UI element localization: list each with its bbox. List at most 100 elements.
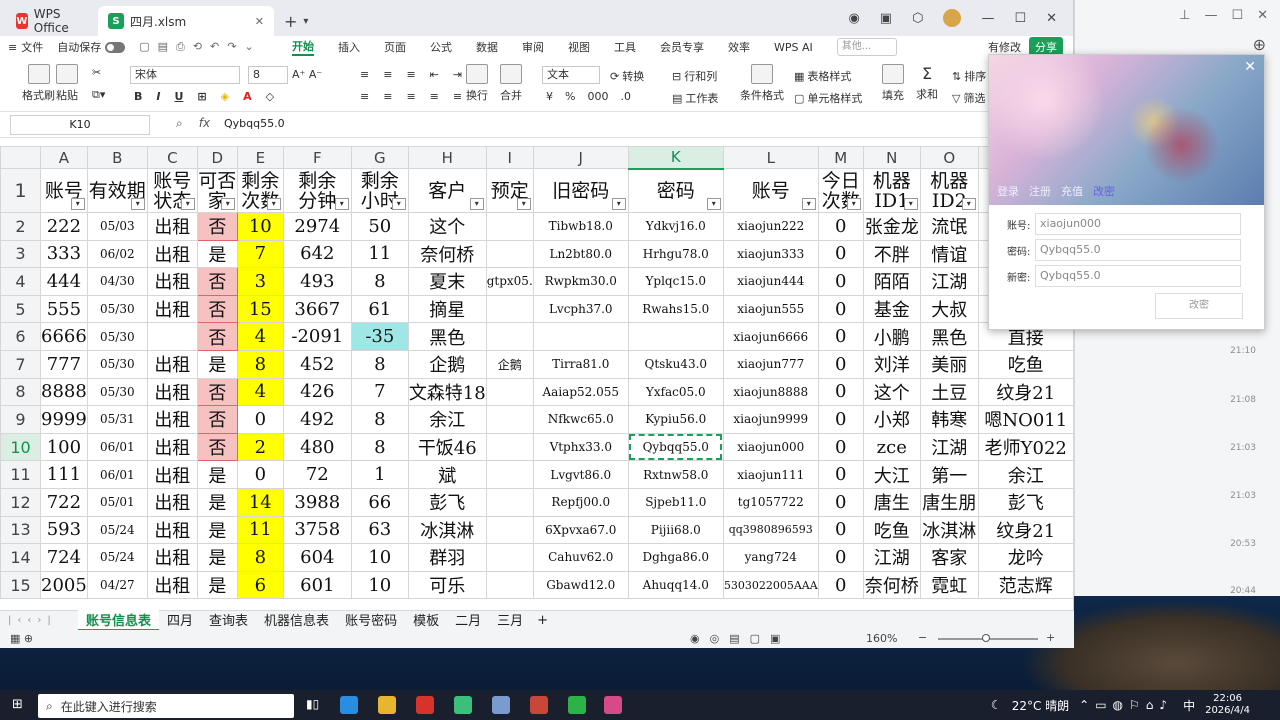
cell[interactable] bbox=[146, 322, 198, 351]
cell[interactable]: 否 bbox=[196, 212, 238, 241]
explorer-icon[interactable] bbox=[378, 696, 396, 714]
theme-icon[interactable]: ◉ bbox=[848, 11, 859, 26]
sheet-tab[interactable]: 账号信息表 bbox=[78, 610, 160, 631]
cell[interactable]: 黑色 bbox=[407, 322, 487, 351]
cell[interactable]: 8 bbox=[236, 349, 284, 379]
close-icon[interactable]: ✕ bbox=[1257, 8, 1268, 23]
wechat-icon[interactable] bbox=[568, 696, 586, 714]
align-right-icon[interactable]: ≡ bbox=[406, 90, 415, 103]
column-title[interactable]: 旧密码 ▾ bbox=[532, 168, 629, 213]
cell[interactable]: 韩寒 bbox=[919, 405, 979, 434]
merge-button[interactable]: 合并 bbox=[500, 64, 522, 103]
filter-dropdown-icon[interactable]: ▾ bbox=[334, 198, 349, 210]
cell[interactable]: xiaojun8888 bbox=[722, 377, 819, 407]
worksheet-button[interactable]: ▤ 工作表 bbox=[672, 90, 718, 106]
column-title[interactable]: 客户 ▾ bbox=[407, 168, 487, 213]
cell[interactable]: Gbawd12.0 bbox=[532, 570, 629, 600]
cell[interactable]: Lvcph37.0 bbox=[532, 294, 629, 324]
row-header[interactable]: 2 bbox=[0, 212, 41, 241]
row-header[interactable]: 4 bbox=[0, 267, 41, 296]
row-header[interactable]: 14 bbox=[0, 543, 41, 572]
cut-icon[interactable]: ✂ bbox=[92, 66, 101, 79]
column-header[interactable]: A bbox=[40, 146, 88, 169]
cell[interactable]: 05/24 bbox=[86, 543, 148, 572]
cell[interactable]: 0 bbox=[236, 405, 284, 434]
cell[interactable]: 是 bbox=[196, 349, 238, 379]
cell[interactable]: 出租 bbox=[146, 515, 198, 545]
justify-icon[interactable]: ≡ bbox=[430, 90, 439, 103]
task-view-icon[interactable]: ▮▯ bbox=[306, 697, 319, 711]
cell[interactable]: 8 bbox=[350, 432, 409, 462]
cell[interactable]: 出租 bbox=[146, 294, 198, 324]
sheet-tab[interactable]: 账号密码 bbox=[337, 610, 405, 631]
align-center-icon[interactable]: ≡ bbox=[383, 90, 392, 103]
cell[interactable]: Ln2bt80.0 bbox=[532, 239, 629, 269]
cell[interactable]: 可乐 bbox=[407, 570, 487, 600]
cell[interactable]: 0 bbox=[817, 239, 864, 269]
cell[interactable]: Hrhgu78.0 bbox=[627, 239, 724, 269]
border-icon[interactable]: ⊞ bbox=[197, 90, 206, 103]
zoom-icon[interactable]: ⌕ bbox=[176, 116, 183, 131]
cell[interactable]: 出租 bbox=[146, 405, 198, 434]
cell[interactable]: -2091 bbox=[282, 322, 352, 351]
cell[interactable]: Rxtnw58.0 bbox=[627, 460, 724, 489]
cell[interactable]: 是 bbox=[196, 460, 238, 489]
cell[interactable]: 否 bbox=[196, 377, 238, 407]
tab-change-password[interactable]: 改密 bbox=[1093, 183, 1115, 199]
app-icon[interactable] bbox=[492, 696, 510, 714]
cell[interactable]: 724 bbox=[40, 543, 88, 572]
cell[interactable]: qq3980896593 bbox=[722, 515, 819, 545]
cell[interactable]: 6Xpvxa67.0 bbox=[532, 515, 629, 545]
cell[interactable]: 否 bbox=[196, 405, 238, 434]
cell[interactable]: 彭飞 bbox=[977, 487, 1074, 517]
cell[interactable]: 04/27 bbox=[86, 570, 148, 600]
cell[interactable]: 余江 bbox=[407, 405, 487, 434]
row-header[interactable]: 13 bbox=[0, 515, 41, 545]
cell[interactable]: 8 bbox=[236, 543, 284, 572]
row-header[interactable]: 1 bbox=[0, 168, 41, 213]
cell[interactable]: 0 bbox=[817, 377, 864, 407]
cell[interactable]: 是 bbox=[196, 239, 238, 269]
cell[interactable]: xiaojun9999 bbox=[722, 405, 819, 434]
cell[interactable]: 2 bbox=[236, 432, 284, 462]
autosave-toggle[interactable]: 自动保存 bbox=[57, 39, 126, 55]
column-header[interactable]: K bbox=[627, 146, 724, 170]
cell[interactable]: 63 bbox=[350, 515, 409, 545]
sheet-tab[interactable]: 查询表 bbox=[201, 610, 256, 631]
cell[interactable]: 492 bbox=[282, 405, 352, 434]
number-format-select[interactable]: 文本 bbox=[542, 66, 600, 84]
cell[interactable]: Tirra81.0 bbox=[532, 349, 629, 379]
cell[interactable]: 奈何桥 bbox=[407, 239, 487, 269]
align-bottom-icon[interactable]: ≡ bbox=[406, 68, 415, 81]
sheet-tab[interactable]: 三月 bbox=[489, 610, 531, 631]
cell[interactable]: 彭飞 bbox=[407, 487, 487, 517]
cell[interactable]: 7 bbox=[236, 239, 284, 269]
cell[interactable]: 否 bbox=[196, 322, 238, 351]
cell[interactable]: Rwahs15.0 bbox=[627, 294, 724, 324]
cell[interactable]: 文森特18 bbox=[407, 377, 487, 407]
cell[interactable]: Yxfac05.0 bbox=[627, 377, 724, 407]
cell[interactable]: xiaojun000 bbox=[722, 432, 819, 462]
paste-button[interactable]: 粘贴 bbox=[56, 64, 78, 103]
percent-icon[interactable]: % bbox=[565, 90, 575, 103]
italic-icon[interactable]: I bbox=[156, 90, 160, 103]
cell[interactable]: 8888 bbox=[40, 377, 88, 407]
cell[interactable]: 小郑 bbox=[862, 405, 921, 434]
tab-data[interactable]: 数据 bbox=[476, 39, 498, 55]
cell[interactable]: 111 bbox=[40, 460, 88, 489]
cell[interactable]: 8 bbox=[350, 349, 409, 379]
row-header[interactable]: 10 bbox=[0, 432, 41, 462]
cell[interactable]: gtpx05. bbox=[485, 267, 534, 296]
zoom-level[interactable]: 160% bbox=[866, 632, 897, 645]
cell[interactable]: 是 bbox=[196, 515, 238, 545]
filter-dropdown-icon[interactable]: ▾ bbox=[611, 198, 626, 210]
cell[interactable]: 奈何桥 bbox=[862, 570, 921, 600]
cell[interactable]: 是 bbox=[196, 543, 238, 572]
cell[interactable]: 06/02 bbox=[86, 239, 148, 269]
copy-icon[interactable]: ⧉▾ bbox=[92, 88, 105, 102]
cell[interactable]: Ydkvj16.0 bbox=[627, 212, 724, 241]
cell[interactable]: Cahuv62.0 bbox=[532, 543, 629, 572]
cell[interactable]: 大叔 bbox=[919, 294, 979, 324]
row-header[interactable]: 11 bbox=[0, 460, 41, 489]
cell[interactable]: 嗯NO011 bbox=[977, 405, 1074, 434]
